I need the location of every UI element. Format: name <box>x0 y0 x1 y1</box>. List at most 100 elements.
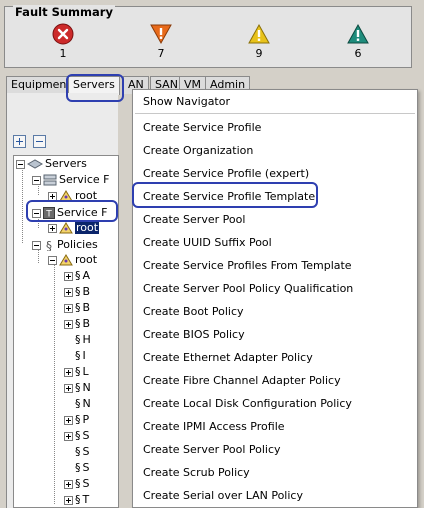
expand-icon[interactable] <box>64 271 73 281</box>
policy-icon: § <box>75 381 81 394</box>
expand-icon[interactable] <box>64 431 73 441</box>
policy-icon: § <box>75 301 81 314</box>
expand-icon[interactable] <box>64 479 73 489</box>
policy-node[interactable]: § T <box>64 493 89 507</box>
tree-node-label: S <box>82 445 90 458</box>
menu-item-create-scrub-policy[interactable]: Create Scrub Policy <box>143 464 250 482</box>
svg-text:§: § <box>46 239 52 251</box>
tree-node-label: Policies <box>57 238 98 251</box>
menu-item-create-local-disk-configuration-policy[interactable]: Create Local Disk Configuration Policy <box>143 395 352 413</box>
major-fault-indicator[interactable]: 7 <box>141 23 181 60</box>
expand-icon[interactable] <box>64 287 73 297</box>
fault-summary-panel: Fault Summary 1 7 9 6 <box>4 5 412 68</box>
collapse-icon[interactable] <box>48 255 57 265</box>
menu-item-create-fibre-channel-adapter-policy[interactable]: Create Fibre Channel Adapter Policy <box>143 372 341 390</box>
critical-count: 1 <box>59 47 67 60</box>
collapse-icon[interactable] <box>16 159 25 169</box>
expand-icon[interactable] <box>64 383 73 393</box>
policy-icon: § <box>75 365 81 378</box>
policy-node[interactable]: § L <box>64 365 89 379</box>
expand-icon[interactable] <box>64 367 73 377</box>
policy-node[interactable]: § H <box>75 333 91 347</box>
menu-item-create-bios-policy[interactable]: Create BIOS Policy <box>143 326 245 344</box>
policy-node[interactable]: § P <box>64 413 89 427</box>
expand-icon[interactable] <box>48 223 57 233</box>
menu-item-create-serial-over-lan-policy[interactable]: Create Serial over LAN Policy <box>143 487 303 505</box>
warning-count: 6 <box>354 47 362 60</box>
servers-tab-highlight <box>66 74 124 102</box>
tree-node-label: L <box>82 365 89 378</box>
warning-fault-indicator[interactable]: 6 <box>338 23 378 60</box>
policy-icon: § <box>75 429 81 442</box>
tree-node-policies-root[interactable]: root <box>48 253 97 267</box>
tree-node-label: Servers <box>45 157 87 170</box>
context-menu: Show Navigator Create Service Profile Cr… <box>132 89 418 508</box>
fault-summary-title: Fault Summary <box>13 5 115 19</box>
tree-node-label: B <box>82 285 91 298</box>
policy-icon: § <box>75 349 81 362</box>
major-count: 7 <box>157 47 165 60</box>
policy-icon: § <box>75 493 81 506</box>
minor-triangle-icon <box>248 23 270 44</box>
policy-node[interactable]: § S <box>75 461 89 475</box>
service-template-node-highlight <box>26 200 118 222</box>
tree-node-servers[interactable]: Servers <box>16 157 87 171</box>
expand-icon[interactable] <box>64 319 73 329</box>
menu-item-create-service-profile-expert[interactable]: Create Service Profile (expert) <box>143 165 309 183</box>
critical-fault-indicator[interactable]: 1 <box>43 23 83 60</box>
policy-icon: § <box>75 413 81 426</box>
tree-node-label: Service F <box>59 173 110 186</box>
policy-node[interactable]: § B <box>64 301 90 315</box>
policy-icon: § <box>75 333 81 346</box>
tree-node-label: S <box>82 477 90 490</box>
expand-all-button[interactable] <box>13 135 26 148</box>
expand-icon[interactable] <box>64 303 73 313</box>
collapse-all-button[interactable] <box>32 135 46 148</box>
tree-node-label: root <box>75 221 100 234</box>
collapse-icon[interactable] <box>32 240 41 250</box>
minor-fault-indicator[interactable]: 9 <box>239 23 279 60</box>
tree-toolbar <box>13 135 49 151</box>
menu-item-create-server-pool-policy-qualification[interactable]: Create Server Pool Policy Qualification <box>143 280 353 298</box>
tree-node-root-selected[interactable]: root <box>48 221 100 235</box>
tree-node-label: I <box>82 349 86 362</box>
service-profiles-icon <box>43 174 57 186</box>
expand-icon[interactable] <box>64 495 73 505</box>
policy-node[interactable]: § B <box>64 317 90 331</box>
expand-icon[interactable] <box>64 415 73 425</box>
menu-item-create-ipmi-access-profile[interactable]: Create IPMI Access Profile <box>143 418 285 436</box>
tree-node-label: H <box>82 333 91 346</box>
collapse-icon[interactable] <box>32 175 41 185</box>
menu-item-create-server-pool[interactable]: Create Server Pool <box>143 211 245 229</box>
tree-node-label: A <box>82 269 91 282</box>
policy-node[interactable]: § N <box>75 397 91 411</box>
policy-icon: § <box>75 317 81 330</box>
menu-item-show-navigator[interactable]: Show Navigator <box>143 93 230 111</box>
policy-node[interactable]: § B <box>64 285 90 299</box>
policy-icon: § <box>75 397 81 410</box>
policy-node[interactable]: § A <box>64 269 90 283</box>
tree-node-label: N <box>82 381 91 394</box>
menu-item-create-service-profile[interactable]: Create Service Profile <box>143 119 261 137</box>
policy-node[interactable]: § S <box>64 477 89 491</box>
tree-node-label: S <box>82 461 90 474</box>
create-template-menu-highlight <box>132 182 318 208</box>
tree-node-label: P <box>82 413 90 426</box>
policy-icon: § <box>75 477 81 490</box>
tree-node-label: S <box>82 429 90 442</box>
policy-node[interactable]: § N <box>64 381 91 395</box>
tree-node-service-profiles[interactable]: Service F <box>32 173 109 187</box>
minor-count: 9 <box>255 47 263 60</box>
menu-item-create-server-pool-policy[interactable]: Create Server Pool Policy <box>143 441 281 459</box>
menu-separator <box>135 113 415 114</box>
policy-icon: § <box>75 269 81 282</box>
policy-node[interactable]: § S <box>64 429 89 443</box>
policy-node[interactable]: § S <box>75 445 89 459</box>
policy-node[interactable]: § I <box>75 349 86 363</box>
menu-item-create-boot-policy[interactable]: Create Boot Policy <box>143 303 244 321</box>
menu-item-create-uuid-suffix-pool[interactable]: Create UUID Suffix Pool <box>143 234 272 252</box>
tree-node-policies[interactable]: § Policies <box>32 238 98 252</box>
menu-item-create-ethernet-adapter-policy[interactable]: Create Ethernet Adapter Policy <box>143 349 313 367</box>
menu-item-create-service-profiles-from-template[interactable]: Create Service Profiles From Template <box>143 257 352 275</box>
menu-item-create-organization[interactable]: Create Organization <box>143 142 253 160</box>
